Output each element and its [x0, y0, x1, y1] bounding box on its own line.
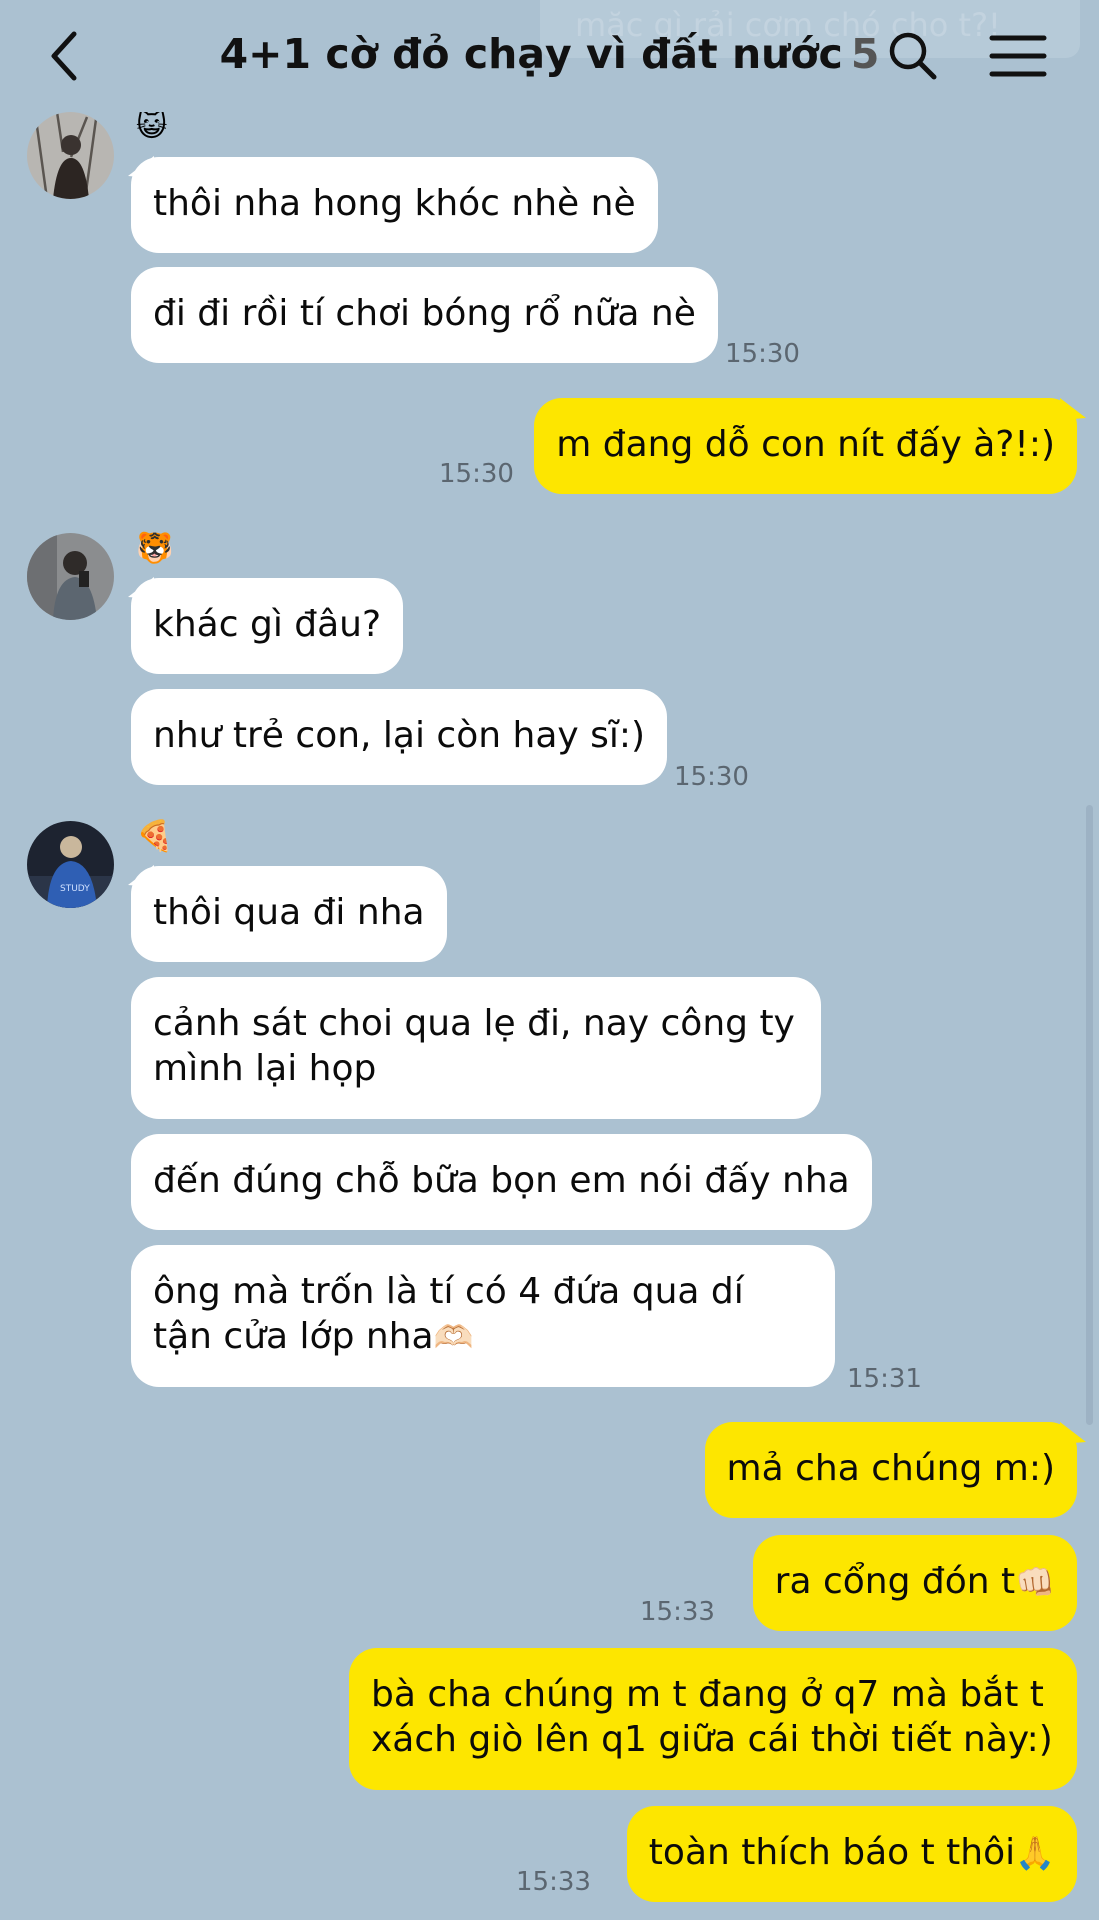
incoming-message[interactable]: thôi qua đi nha: [131, 866, 447, 962]
avatar[interactable]: [27, 112, 114, 199]
message-timestamp: 15:33: [640, 1597, 715, 1627]
sender-badge-icon: 😺: [136, 109, 168, 144]
avatar[interactable]: STUDY: [27, 821, 114, 908]
incoming-message[interactable]: đến đúng chỗ bữa bọn em nói đấy nha: [131, 1134, 872, 1230]
member-count: 5: [850, 30, 880, 78]
incoming-message[interactable]: đi đi rồi tí chơi bóng rổ nữa nè: [131, 267, 718, 363]
menu-button[interactable]: [988, 30, 1048, 82]
incoming-message[interactable]: ông mà trốn là tí có 4 đứa qua dí tận cử…: [131, 1245, 835, 1387]
outgoing-message[interactable]: mả cha chúng m:): [704, 1422, 1077, 1518]
scrollbar[interactable]: [1086, 805, 1093, 1425]
message-text: toàn thích báo t thôi: [648, 1832, 1016, 1873]
message-text: ra cổng đón t: [774, 1561, 1016, 1602]
chat-title: 4+1 cờ đỏ chạy vì đất nước: [219, 30, 843, 78]
search-icon: [889, 32, 937, 80]
outgoing-message[interactable]: bà cha chúng m t đang ở q7 mà bắt t xách…: [349, 1648, 1077, 1790]
message-timestamp: 15:30: [674, 762, 749, 792]
svg-text:STUDY: STUDY: [60, 884, 90, 894]
message-timestamp: 15:30: [725, 339, 800, 369]
sender-badge-icon: 🐯: [136, 531, 174, 566]
folded-hands-icon: 🙏: [1015, 1834, 1055, 1872]
fist-bump-icon: 👊🏻: [1015, 1563, 1055, 1601]
message-timestamp: 15:30: [439, 459, 514, 489]
message-timestamp: 15:33: [516, 1867, 591, 1897]
hamburger-menu-icon: [989, 35, 1047, 77]
incoming-message[interactable]: cảnh sát choi qua lẹ đi, nay công ty mìn…: [131, 977, 821, 1119]
outgoing-message[interactable]: ra cổng đón t👊🏻: [752, 1535, 1077, 1631]
incoming-message[interactable]: thôi nha hong khóc nhè nè: [131, 157, 658, 253]
chat-header: mặc gì rải cơm chó cho t?! 4+1 cờ đỏ chạ…: [0, 0, 1099, 112]
search-button[interactable]: [885, 28, 941, 84]
outgoing-message[interactable]: toàn thích báo t thôi🙏: [626, 1806, 1077, 1902]
outgoing-message[interactable]: m đang dỗ con nít đấy à?!:): [534, 398, 1077, 494]
message-timestamp: 15:31: [847, 1364, 922, 1394]
incoming-message[interactable]: khác gì đâu?: [131, 578, 404, 674]
bubble-tail: [1060, 398, 1086, 420]
bubble-tail: [1060, 1422, 1086, 1444]
avatar[interactable]: [27, 533, 114, 620]
sender-badge-icon: 🍕: [136, 819, 174, 854]
incoming-message[interactable]: như trẻ con, lại còn hay sĩ:): [131, 689, 668, 785]
heart-hands-icon: 🫶🏻: [433, 1318, 474, 1356]
